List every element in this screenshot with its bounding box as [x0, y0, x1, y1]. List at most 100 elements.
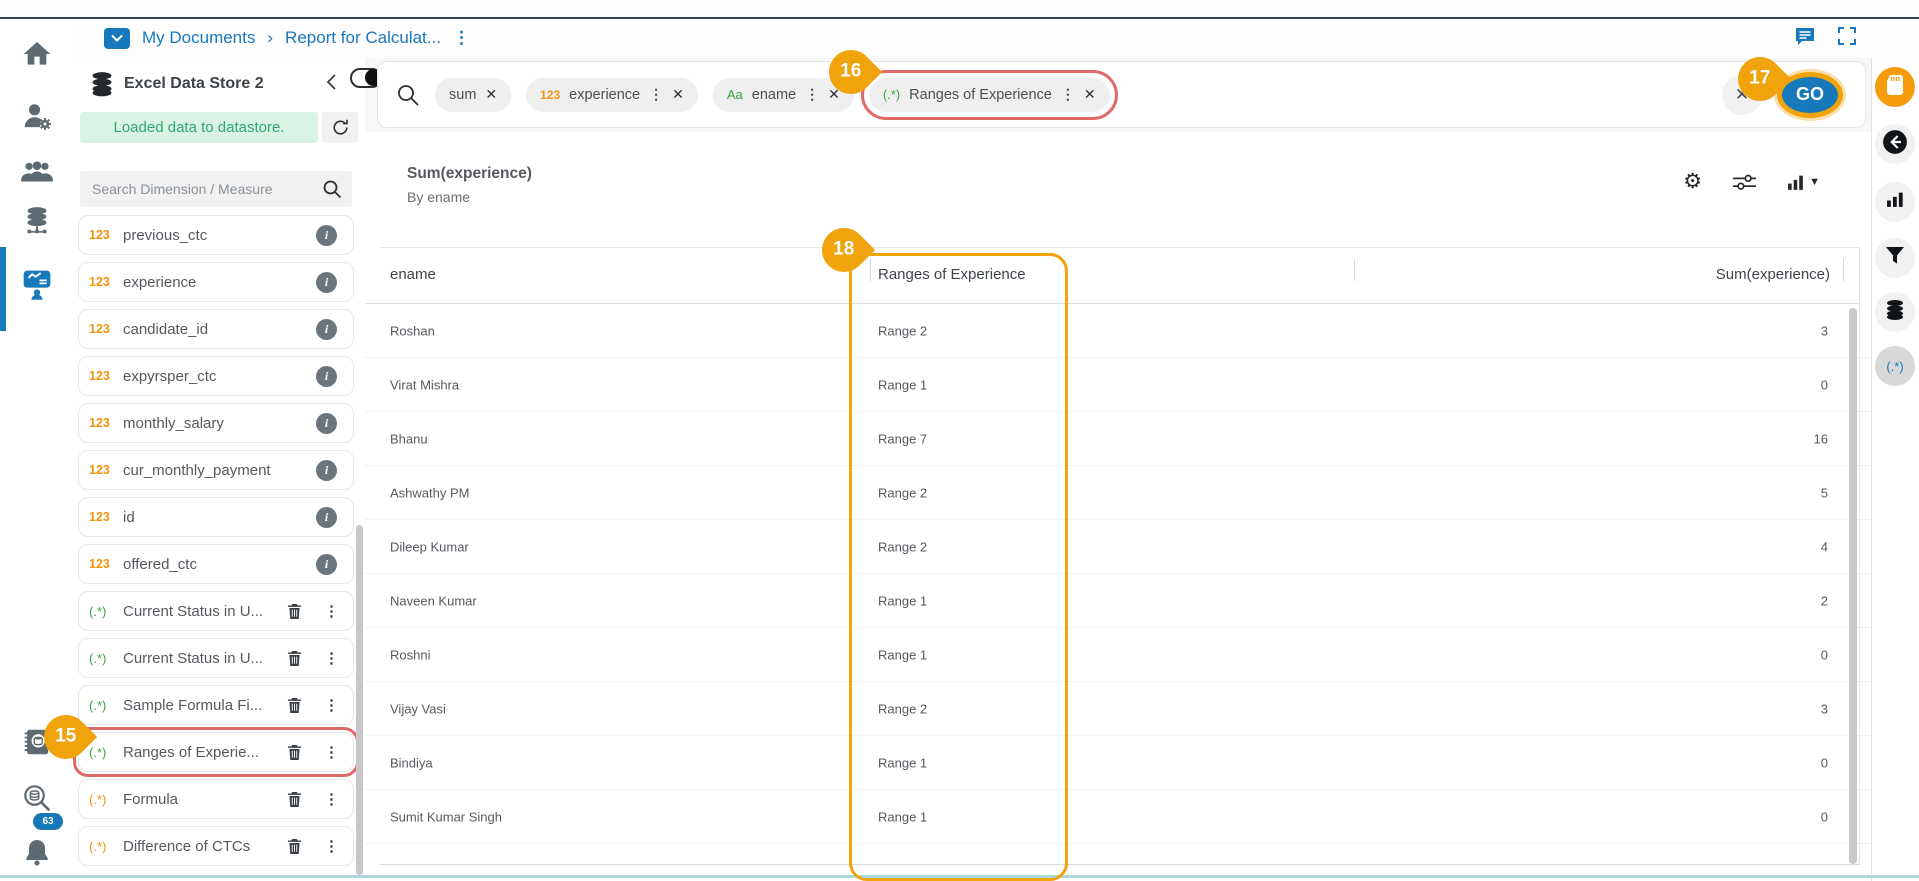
breadcrumb-kebab-icon[interactable]: ⋮: [453, 29, 470, 46]
refresh-datastore-button[interactable]: [322, 112, 358, 143]
chip-remove-icon[interactable]: ✕: [485, 86, 497, 103]
chart-panel-button[interactable]: [1875, 182, 1915, 222]
audit-book-icon: [21, 726, 53, 763]
field-item[interactable]: 123 previous_ctc i: [78, 215, 354, 255]
back-button[interactable]: [1875, 124, 1915, 164]
chip-menu-icon[interactable]: ⋮: [649, 86, 663, 103]
notifications-nav-button[interactable]: [0, 831, 73, 877]
folder-icon[interactable]: [104, 27, 130, 49]
trash-icon[interactable]: [287, 697, 302, 714]
chart-type-dropdown[interactable]: ▼: [1787, 174, 1820, 191]
regex-type-icon: (.*): [882, 87, 901, 102]
user-gear-icon: [21, 100, 53, 137]
numeric-type-icon: 123: [89, 557, 110, 571]
main-area: sum ✕ 123 experience ⋮ ✕ Aa ename ⋮ ✕ (.…: [350, 58, 1872, 881]
regex-type-icon: (.*): [89, 603, 107, 619]
field-item[interactable]: 123 experience i: [78, 262, 354, 302]
formula-item[interactable]: (.*) Current Status in U... ⋮: [78, 591, 354, 631]
info-icon[interactable]: i: [316, 224, 337, 246]
kebab-menu-icon[interactable]: ⋮: [324, 602, 339, 620]
table-scrollbar[interactable]: [1849, 308, 1857, 864]
info-icon[interactable]: i: [316, 459, 337, 481]
chip-remove-icon[interactable]: ✕: [1084, 86, 1096, 103]
report-designer-nav-button[interactable]: [0, 263, 73, 309]
home-nav-button[interactable]: [0, 33, 73, 79]
trash-icon[interactable]: [287, 650, 302, 667]
formula-item-ranges-of-experience[interactable]: (.*) Ranges of Experie... ⋮: [73, 727, 359, 777]
clear-query-button[interactable]: ✕: [1722, 74, 1762, 115]
formula-item[interactable]: (.*) Current Status in U... ⋮: [78, 638, 354, 678]
collapse-panel-icon[interactable]: [325, 73, 337, 96]
info-icon[interactable]: i: [316, 412, 337, 434]
trash-icon[interactable]: [287, 838, 302, 855]
search-icon[interactable]: [322, 179, 342, 199]
user-settings-nav-button[interactable]: [0, 95, 73, 141]
field-item[interactable]: 123 id i: [78, 497, 354, 537]
formula-panel-button[interactable]: (.*): [1875, 346, 1915, 386]
formula-item[interactable]: (.*) Difference of CTCs ⋮: [78, 826, 354, 866]
chip-remove-icon[interactable]: ✕: [672, 86, 684, 103]
query-chip-sum[interactable]: sum ✕: [435, 77, 512, 112]
table-bottom-border: [380, 864, 1860, 865]
query-chip-experience[interactable]: 123 experience ⋮ ✕: [526, 77, 698, 112]
settings-gear-icon[interactable]: ⚙: [1683, 171, 1702, 192]
column-header-sum[interactable]: Sum(experience): [1716, 266, 1830, 283]
audit-log-nav-button[interactable]: [0, 721, 73, 767]
datastore-status-banner: Loaded data to datastore.: [80, 112, 318, 143]
filter-sliders-icon[interactable]: [1732, 173, 1757, 192]
panel-scrollbar[interactable]: [356, 525, 363, 875]
chip-remove-icon[interactable]: ✕: [828, 86, 840, 103]
users-nav-button[interactable]: [0, 151, 73, 197]
query-chip-ranges-of-experience[interactable]: (.*) Ranges of Experience ⋮ ✕: [860, 69, 1118, 120]
bar-chart-icon: [1886, 191, 1905, 213]
numeric-type-icon: 123: [89, 228, 110, 242]
chip-menu-icon[interactable]: ⋮: [1061, 86, 1075, 103]
left-nav-rail: 63: [0, 19, 73, 881]
formula-item[interactable]: (.*) Formula ⋮: [78, 779, 354, 819]
info-icon[interactable]: i: [316, 553, 337, 575]
field-item[interactable]: 123 offered_ctc i: [78, 544, 354, 584]
trash-icon[interactable]: [287, 603, 302, 620]
comments-icon[interactable]: [1794, 26, 1816, 46]
regex-type-icon: (.*): [89, 744, 107, 760]
info-icon[interactable]: i: [316, 271, 337, 293]
info-icon[interactable]: i: [316, 365, 337, 387]
numeric-type-icon: 123: [89, 510, 110, 524]
bottom-accent-line: [0, 875, 1919, 878]
numeric-type-icon: 123: [89, 369, 110, 383]
dimension-search-input[interactable]: [90, 180, 322, 198]
field-list: 123 previous_ctc i 123 experience i 123 …: [73, 215, 359, 881]
formula-item[interactable]: (.*) Sample Formula Fi... ⋮: [78, 685, 354, 725]
breadcrumb-current[interactable]: Report for Calculat...: [285, 28, 441, 48]
info-icon[interactable]: i: [316, 318, 337, 340]
breadcrumb-root[interactable]: My Documents: [142, 28, 255, 48]
query-chip-ename[interactable]: Aa ename ⋮ ✕: [712, 77, 854, 112]
filter-panel-button[interactable]: [1875, 238, 1915, 278]
text-type-icon: Aa: [726, 87, 743, 102]
datastore-title: Excel Data Store 2: [124, 75, 264, 92]
field-item[interactable]: 123 expyrsper_ctc i: [78, 356, 354, 396]
trash-icon[interactable]: [287, 791, 302, 808]
go-button[interactable]: GO: [1777, 71, 1843, 118]
datastore-panel-button[interactable]: [1875, 292, 1915, 332]
info-icon[interactable]: i: [316, 506, 337, 528]
window-top-strip: [0, 0, 1919, 17]
fullscreen-icon[interactable]: [1838, 27, 1856, 45]
field-item[interactable]: 123 cur_monthly_payment i: [78, 450, 354, 490]
kebab-menu-icon[interactable]: ⋮: [324, 649, 339, 667]
chip-menu-icon[interactable]: ⋮: [805, 86, 819, 103]
column-header-ename[interactable]: ename: [390, 266, 436, 283]
datastore-nav-button[interactable]: [0, 201, 73, 247]
column-divider: [1354, 259, 1355, 281]
kebab-menu-icon[interactable]: ⋮: [324, 790, 339, 808]
trash-icon[interactable]: [287, 744, 302, 761]
field-item[interactable]: 123 candidate_id i: [78, 309, 354, 349]
kebab-menu-icon[interactable]: ⋮: [324, 696, 339, 714]
column-header-ranges[interactable]: Ranges of Experience: [878, 266, 1026, 283]
numeric-type-icon: 123: [89, 416, 110, 430]
field-item[interactable]: 123 monthly_salary i: [78, 403, 354, 443]
breadcrumb: My Documents › Report for Calculat... ⋮: [104, 19, 470, 57]
save-report-button[interactable]: [1875, 67, 1915, 107]
kebab-menu-icon[interactable]: ⋮: [324, 743, 339, 761]
kebab-menu-icon[interactable]: ⋮: [324, 837, 339, 855]
